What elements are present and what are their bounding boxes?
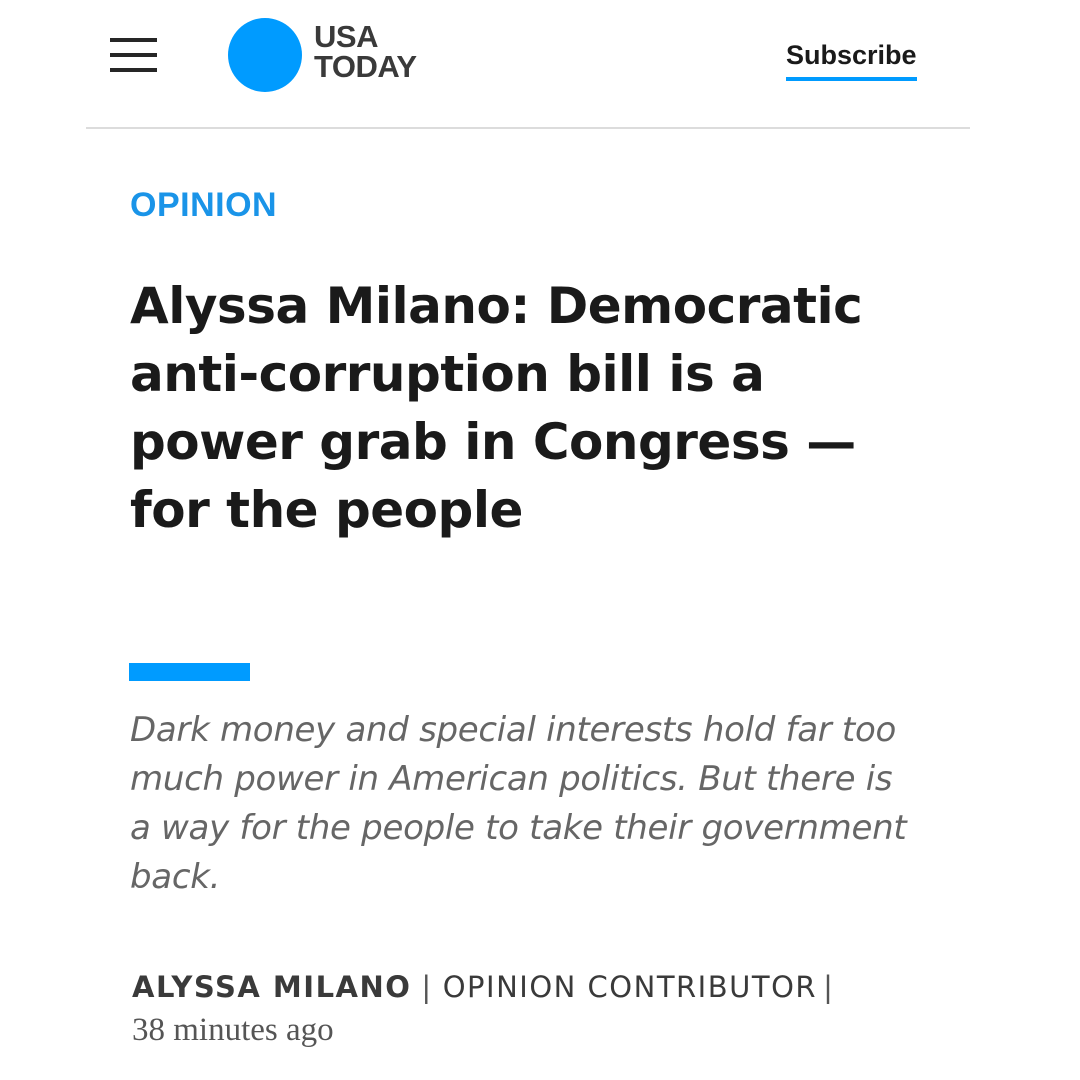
- menu-line: [110, 68, 157, 72]
- subscribe-link[interactable]: Subscribe: [786, 40, 917, 81]
- byline-separator: |: [421, 970, 433, 1004]
- section-label-opinion[interactable]: OPINION: [130, 186, 277, 225]
- article-headline: Alyssa Milano: Democratic anti-corruptio…: [130, 277, 863, 539]
- logo-wordmark: USA TODAY: [314, 19, 417, 84]
- site-header: USA TODAY Subscribe: [0, 0, 1080, 130]
- menu-line: [110, 38, 157, 42]
- logo-line-today: TODAY: [314, 49, 417, 84]
- accent-bar: [129, 663, 250, 681]
- byline: ALYSSA MILANO | OPINION CONTRIBUTOR |: [132, 970, 834, 1004]
- article-summary: Dark money and special interests hold fa…: [130, 710, 907, 897]
- logo-line-usa: USA: [314, 19, 378, 54]
- publish-timestamp: 38 minutes ago: [132, 1012, 334, 1048]
- byline-separator-trailing: |: [823, 970, 835, 1004]
- header-divider: [86, 127, 970, 129]
- author-name-link[interactable]: ALYSSA MILANO: [132, 970, 411, 1004]
- menu-line: [110, 53, 157, 57]
- author-role: OPINION CONTRIBUTOR: [442, 970, 818, 1004]
- logo-dot: [228, 18, 302, 92]
- usa-today-logo[interactable]: USA TODAY: [228, 18, 458, 94]
- hamburger-menu-icon[interactable]: [110, 36, 157, 74]
